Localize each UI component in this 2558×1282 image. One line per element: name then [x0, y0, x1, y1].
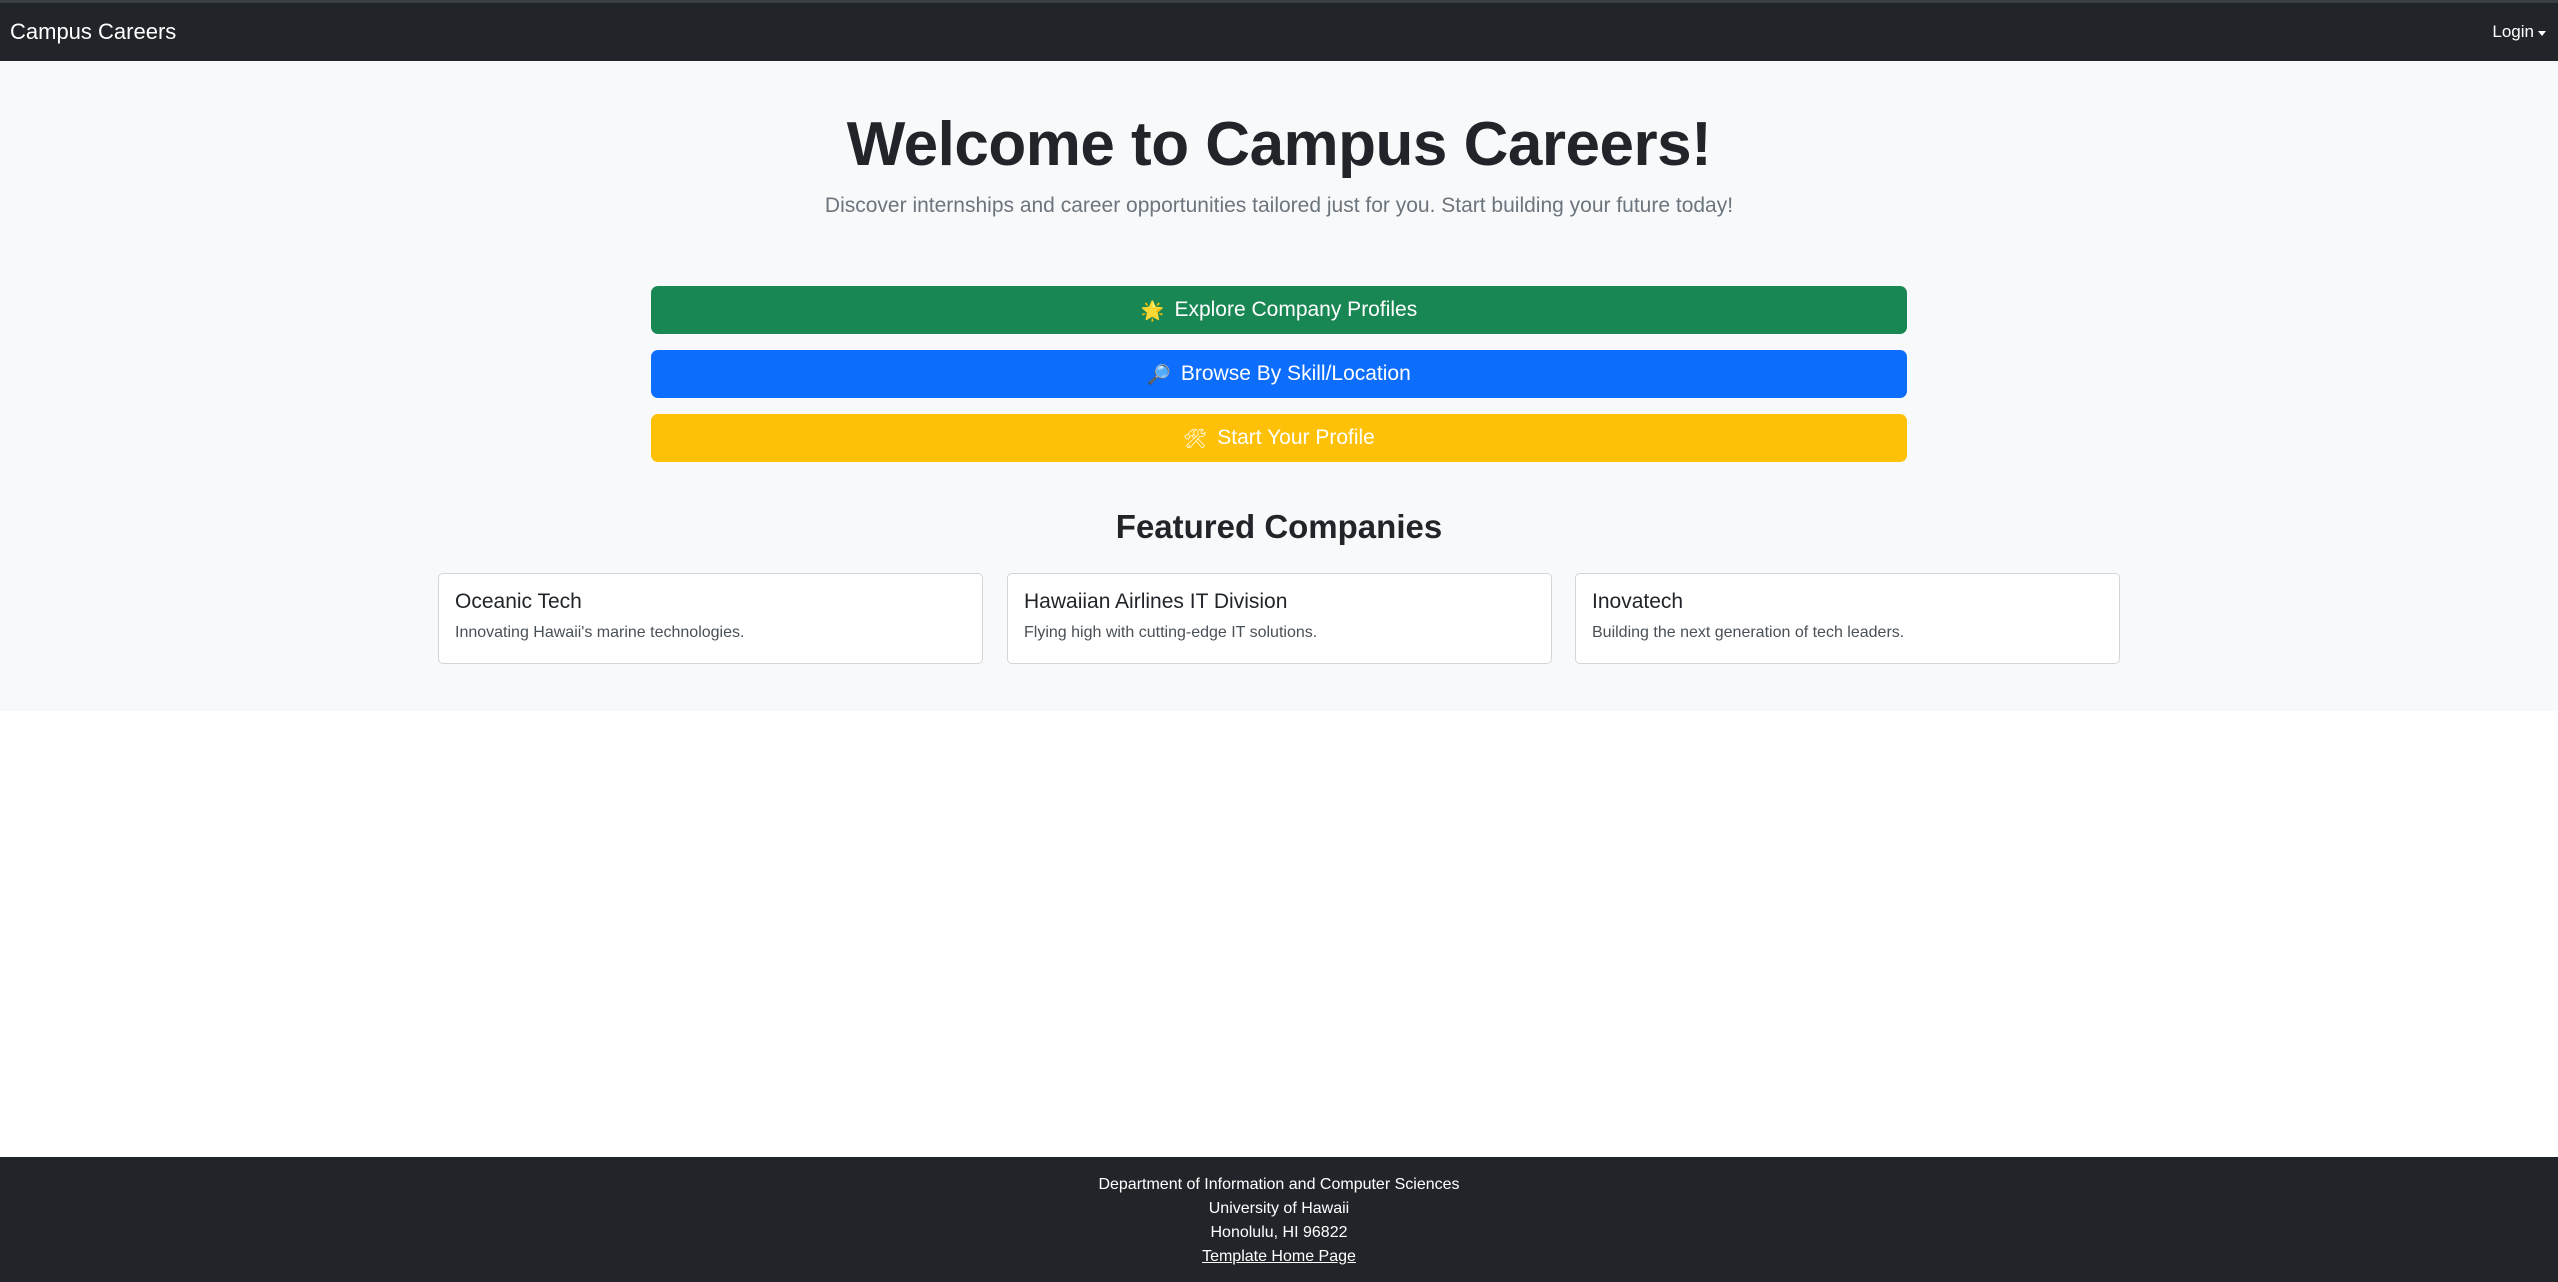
page-subtitle: Discover internships and career opportun… — [824, 194, 1734, 217]
page-footer: Department of Information and Computer S… — [0, 1157, 2558, 1282]
company-description: Flying high with cutting-edge IT solutio… — [1024, 624, 1318, 641]
top-navbar: Campus Careers Login — [0, 0, 2558, 61]
button-label: Start Your Profile — [1217, 426, 1375, 449]
company-name: Inovatech — [1592, 590, 1684, 613]
tools-icon: 🛠 — [1183, 427, 1208, 450]
company-name: Oceanic Tech — [455, 590, 582, 613]
company-description: Building the next generation of tech lea… — [1592, 624, 1905, 641]
company-card[interactable]: Oceanic Tech Innovating Hawaii's marine … — [438, 573, 983, 664]
footer-department: Department of Information and Computer S… — [1098, 1176, 1460, 1193]
login-label: Login — [2492, 22, 2534, 41]
company-description: Innovating Hawaii's marine technologies. — [455, 624, 745, 641]
company-card[interactable]: Inovatech Building the next generation o… — [1575, 573, 2120, 664]
login-dropdown[interactable]: Login — [2492, 22, 2548, 42]
start-your-profile-button[interactable]: 🛠 Start Your Profile — [651, 414, 1907, 462]
button-label: Browse By Skill/Location — [1180, 362, 1411, 385]
company-name: Hawaiian Airlines IT Division — [1024, 590, 1288, 613]
button-label: Explore Company Profiles — [1174, 298, 1418, 321]
explore-company-profiles-button[interactable]: 🌟 Explore Company Profiles — [651, 286, 1907, 334]
company-card[interactable]: Hawaiian Airlines IT Division Flying hig… — [1007, 573, 1552, 664]
caret-down-icon — [2538, 30, 2546, 36]
brand-link[interactable]: Campus Careers — [10, 19, 176, 45]
featured-companies-heading: Featured Companies — [1115, 508, 1443, 545]
template-home-link[interactable]: Template Home Page — [1202, 1248, 1356, 1265]
hero-section: Welcome to Campus Careers! Discover inte… — [0, 61, 2558, 711]
star-icon: 🌟 — [1140, 299, 1165, 322]
browse-by-skill-location-button[interactable]: 🔎 Browse By Skill/Location — [651, 350, 1907, 398]
footer-university: University of Hawaii — [1208, 1200, 1350, 1217]
footer-address: Honolulu, HI 96822 — [1210, 1224, 1348, 1241]
magnifier-icon: 🔎 — [1147, 363, 1171, 386]
page-title: Welcome to Campus Careers! — [846, 110, 1712, 179]
